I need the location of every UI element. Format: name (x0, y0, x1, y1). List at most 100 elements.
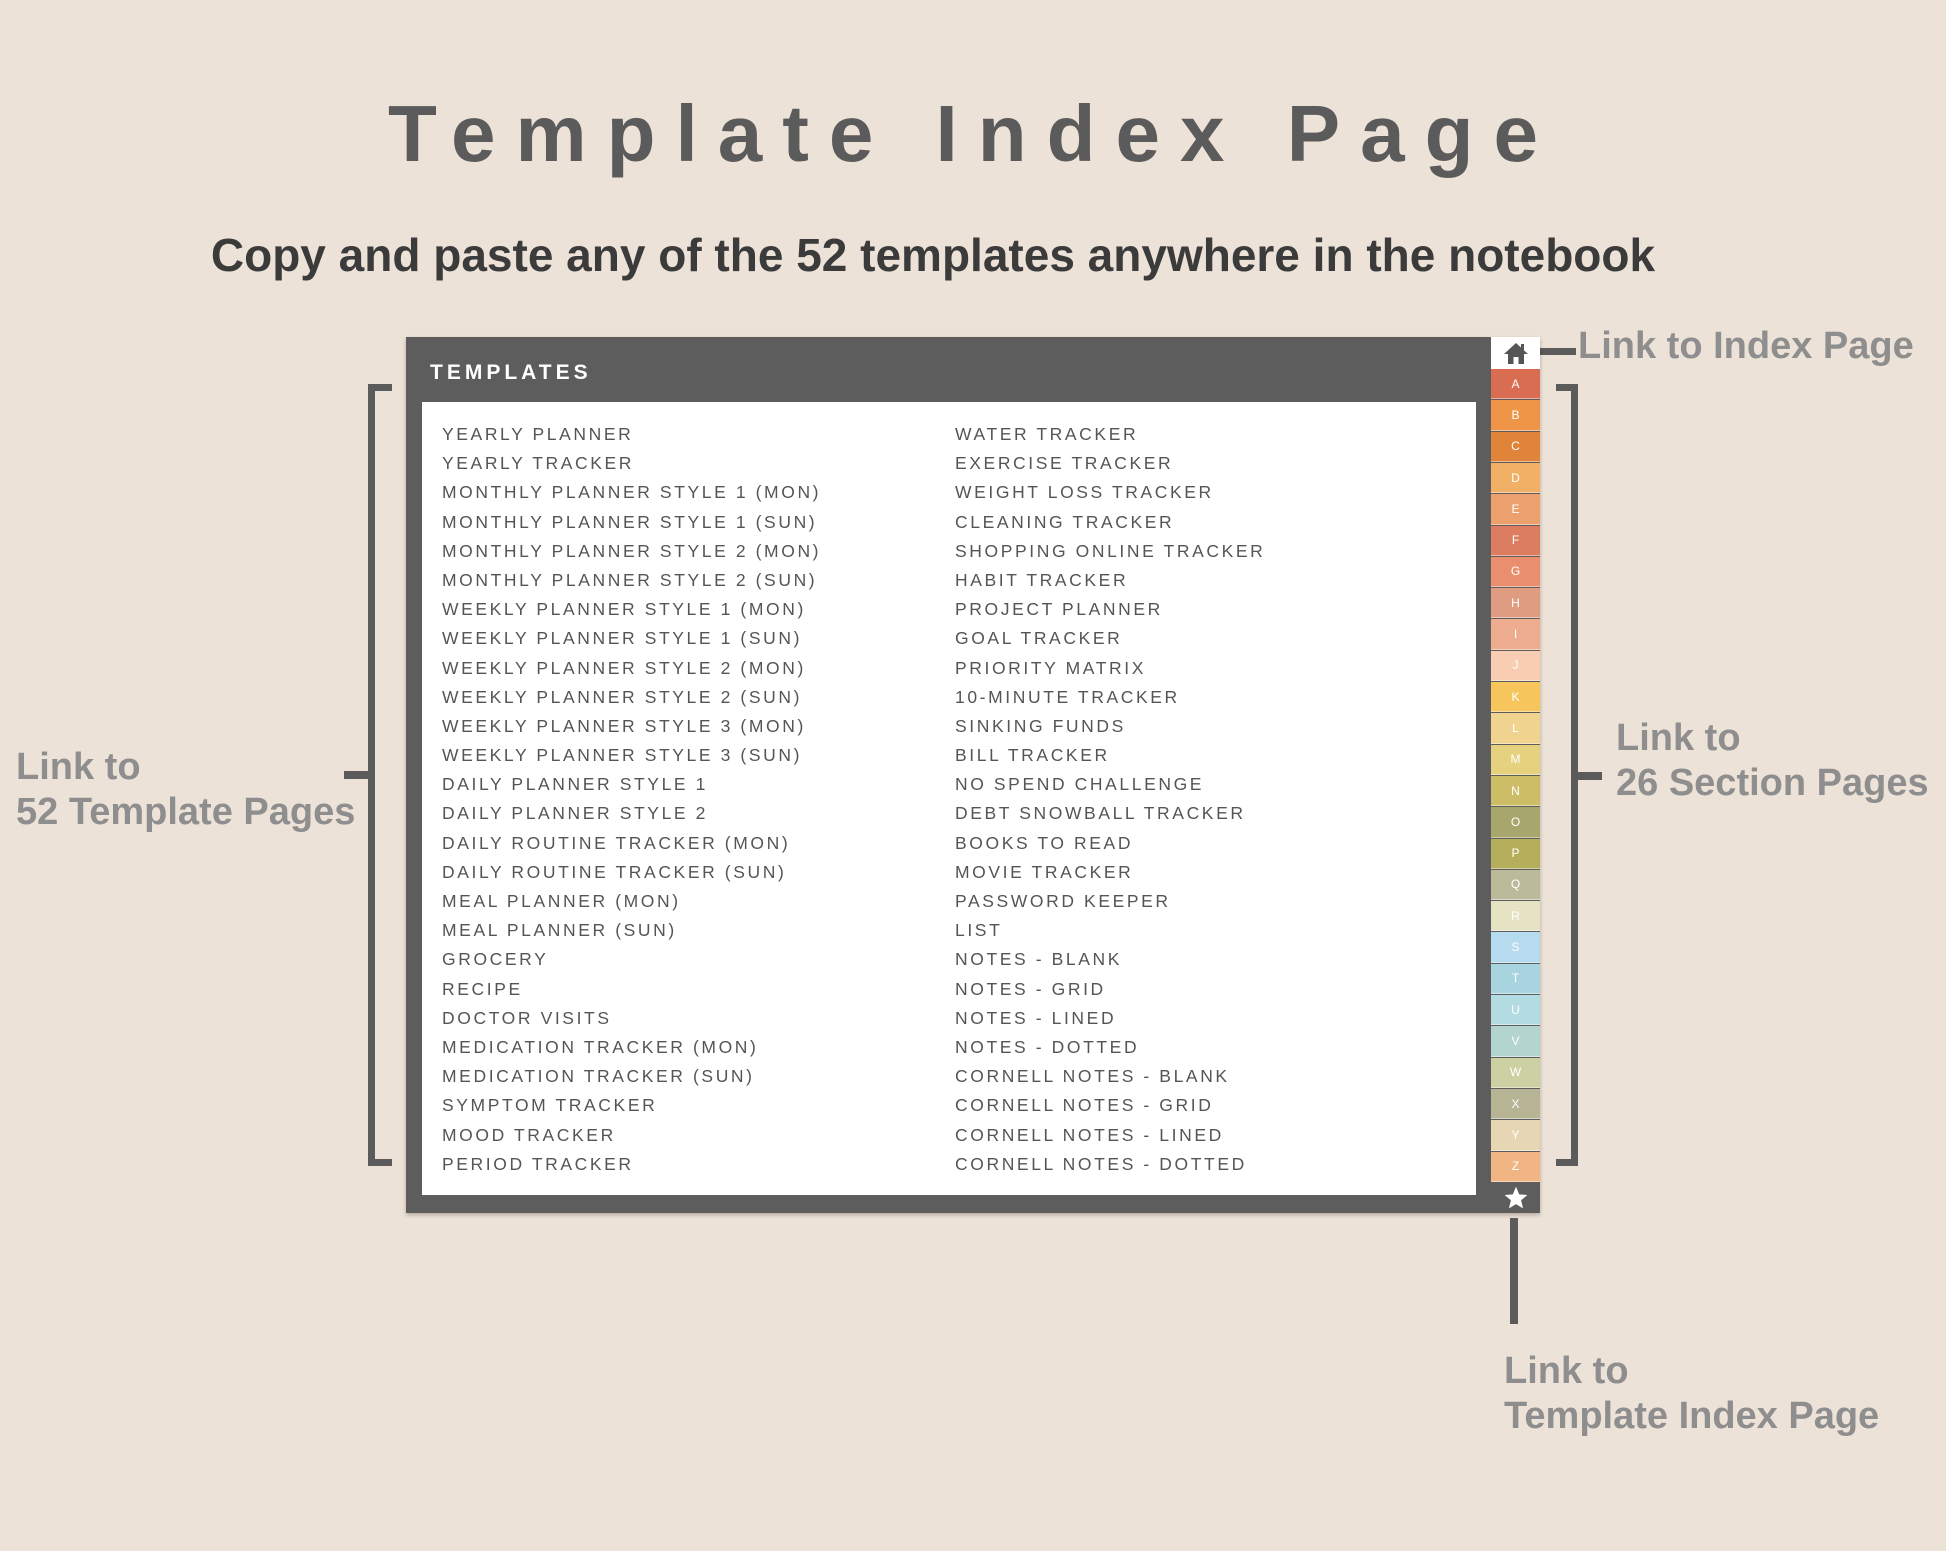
template-link[interactable]: SYMPTOM TRACKER (442, 1091, 821, 1120)
template-link[interactable]: BILL TRACKER (955, 741, 1265, 770)
section-tab-f[interactable]: F (1491, 525, 1540, 556)
template-link[interactable]: WEEKLY PLANNER STYLE 1 (MON) (442, 595, 821, 624)
callout-section-pages: Link to 26 Section Pages (1616, 716, 1929, 806)
template-link[interactable]: CORNELL NOTES - DOTTED (955, 1150, 1265, 1179)
template-link[interactable]: PROJECT PLANNER (955, 595, 1265, 624)
template-link[interactable]: PASSWORD KEEPER (955, 887, 1265, 916)
section-tab-x[interactable]: X (1491, 1088, 1540, 1120)
template-link[interactable]: MONTHLY PLANNER STYLE 1 (MON) (442, 478, 821, 507)
template-link[interactable]: MEDICATION TRACKER (SUN) (442, 1062, 821, 1091)
template-link[interactable]: SINKING FUNDS (955, 712, 1265, 741)
template-link[interactable]: CORNELL NOTES - BLANK (955, 1062, 1265, 1091)
section-tab-e[interactable]: E (1491, 494, 1540, 525)
template-link[interactable]: CORNELL NOTES - GRID (955, 1091, 1265, 1120)
section-tab-s[interactable]: S (1491, 932, 1540, 963)
section-tab-g[interactable]: G (1491, 556, 1540, 588)
section-tab-p[interactable]: P (1491, 838, 1540, 869)
bracket-left-tick (344, 771, 370, 779)
template-link[interactable]: WEIGHT LOSS TRACKER (955, 478, 1265, 507)
template-link[interactable]: BOOKS TO READ (955, 829, 1265, 858)
template-link[interactable]: MONTHLY PLANNER STYLE 1 (SUN) (442, 508, 821, 537)
template-link[interactable]: NOTES - DOTTED (955, 1033, 1265, 1062)
template-link[interactable]: DAILY ROUTINE TRACKER (SUN) (442, 858, 821, 887)
bracket-left (368, 384, 392, 1166)
template-link[interactable]: NOTES - LINED (955, 1004, 1265, 1033)
template-link[interactable]: 10-MINUTE TRACKER (955, 683, 1265, 712)
section-tab-r[interactable]: R (1491, 901, 1540, 932)
section-tab-c[interactable]: C (1491, 431, 1540, 462)
section-tab-j[interactable]: J (1491, 650, 1540, 682)
template-link[interactable]: NO SPEND CHALLENGE (955, 770, 1265, 799)
template-link[interactable]: DAILY PLANNER STYLE 2 (442, 799, 821, 828)
section-tab-z[interactable]: Z (1491, 1151, 1540, 1182)
template-link[interactable]: PRIORITY MATRIX (955, 654, 1265, 683)
template-link[interactable]: NOTES - GRID (955, 975, 1265, 1004)
template-link[interactable]: RECIPE (442, 975, 821, 1004)
templates-list-sheet: YEARLY PLANNER YEARLY TRACKER MONTHLY PLAN… (422, 402, 1476, 1195)
connector-star-line (1510, 1218, 1518, 1324)
template-link[interactable]: WATER TRACKER (955, 420, 1265, 449)
template-link[interactable]: DAILY ROUTINE TRACKER (MON) (442, 829, 821, 858)
section-tab-v[interactable]: V (1491, 1026, 1540, 1057)
template-link[interactable]: DAILY PLANNER STYLE 1 (442, 770, 821, 799)
callout-templates-line-1: Link to (16, 746, 141, 788)
callout-sections-line-1: Link to (1616, 717, 1741, 759)
callout-sections-line-2: 26 Section Pages (1616, 762, 1929, 804)
template-link[interactable]: SHOPPING ONLINE TRACKER (955, 537, 1265, 566)
template-link[interactable]: YEARLY PLANNER (442, 420, 821, 449)
star-icon (1504, 1186, 1527, 1209)
template-link[interactable]: LIST (955, 916, 1265, 945)
callout-template-index-line-2: Template Index Page (1504, 1395, 1880, 1437)
template-link[interactable]: HABIT TRACKER (955, 566, 1265, 595)
section-tab-u[interactable]: U (1491, 995, 1540, 1026)
template-link[interactable]: NOTES - BLANK (955, 945, 1265, 974)
template-link[interactable]: EXERCISE TRACKER (955, 449, 1265, 478)
template-link[interactable]: GOAL TRACKER (955, 624, 1265, 653)
section-tab-l[interactable]: L (1491, 713, 1540, 744)
template-link[interactable]: WEEKLY PLANNER STYLE 1 (SUN) (442, 624, 821, 653)
template-link[interactable]: YEARLY TRACKER (442, 449, 821, 478)
templates-heading: TEMPLATES (430, 361, 592, 384)
bracket-right-tick (1576, 772, 1602, 780)
template-link[interactable]: WEEKLY PLANNER STYLE 3 (SUN) (442, 741, 821, 770)
section-tab-n[interactable]: N (1491, 775, 1540, 807)
template-link[interactable]: MONTHLY PLANNER STYLE 2 (SUN) (442, 566, 821, 595)
template-link[interactable]: MEAL PLANNER (MON) (442, 887, 821, 916)
section-tab-q[interactable]: Q (1491, 869, 1540, 901)
bracket-right (1556, 384, 1578, 1166)
template-link[interactable]: WEEKLY PLANNER STYLE 2 (MON) (442, 654, 821, 683)
template-link[interactable]: MOOD TRACKER (442, 1121, 821, 1150)
template-link[interactable]: GROCERY (442, 945, 821, 974)
callout-index-page: Link to Index Page (1578, 324, 1914, 369)
template-link[interactable]: PERIOD TRACKER (442, 1150, 821, 1179)
template-link[interactable]: MEAL PLANNER (SUN) (442, 916, 821, 945)
template-link[interactable]: WEEKLY PLANNER STYLE 3 (MON) (442, 712, 821, 741)
section-tab-t[interactable]: T (1491, 963, 1540, 995)
home-icon (1503, 343, 1528, 364)
template-link[interactable]: CLEANING TRACKER (955, 508, 1265, 537)
star-tab[interactable] (1491, 1183, 1540, 1213)
callout-templates-line-2: 52 Template Pages (16, 791, 356, 833)
section-tab-m[interactable]: M (1491, 744, 1540, 775)
section-tab-y[interactable]: Y (1491, 1120, 1540, 1151)
callout-template-index: Link to Template Index Page (1504, 1349, 1879, 1439)
callout-index-text: Link to Index Page (1578, 325, 1914, 367)
template-link[interactable]: MONTHLY PLANNER STYLE 2 (MON) (442, 537, 821, 566)
template-link[interactable]: WEEKLY PLANNER STYLE 2 (SUN) (442, 683, 821, 712)
template-link[interactable]: MOVIE TRACKER (955, 858, 1265, 887)
section-tab-i[interactable]: I (1491, 619, 1540, 650)
section-tabs: ABCDEFGHIJKLMNOPQRSTUVWXYZ (1491, 337, 1540, 1213)
notebook-page: TEMPLATES YEARLY PLANNER YEARLY TRACKER MO… (406, 337, 1540, 1213)
template-link[interactable]: DOCTOR VISITS (442, 1004, 821, 1033)
template-link[interactable]: DEBT SNOWBALL TRACKER (955, 799, 1265, 828)
section-tab-h[interactable]: H (1491, 588, 1540, 619)
section-tab-a[interactable]: A (1491, 369, 1540, 400)
section-tab-d[interactable]: D (1491, 462, 1540, 494)
section-tab-b[interactable]: B (1491, 400, 1540, 431)
section-tab-w[interactable]: W (1491, 1057, 1540, 1088)
section-tab-k[interactable]: K (1491, 682, 1540, 713)
section-tab-o[interactable]: O (1491, 807, 1540, 838)
template-link[interactable]: CORNELL NOTES - LINED (955, 1121, 1265, 1150)
template-link[interactable]: MEDICATION TRACKER (MON) (442, 1033, 821, 1062)
home-tab[interactable] (1491, 337, 1540, 369)
